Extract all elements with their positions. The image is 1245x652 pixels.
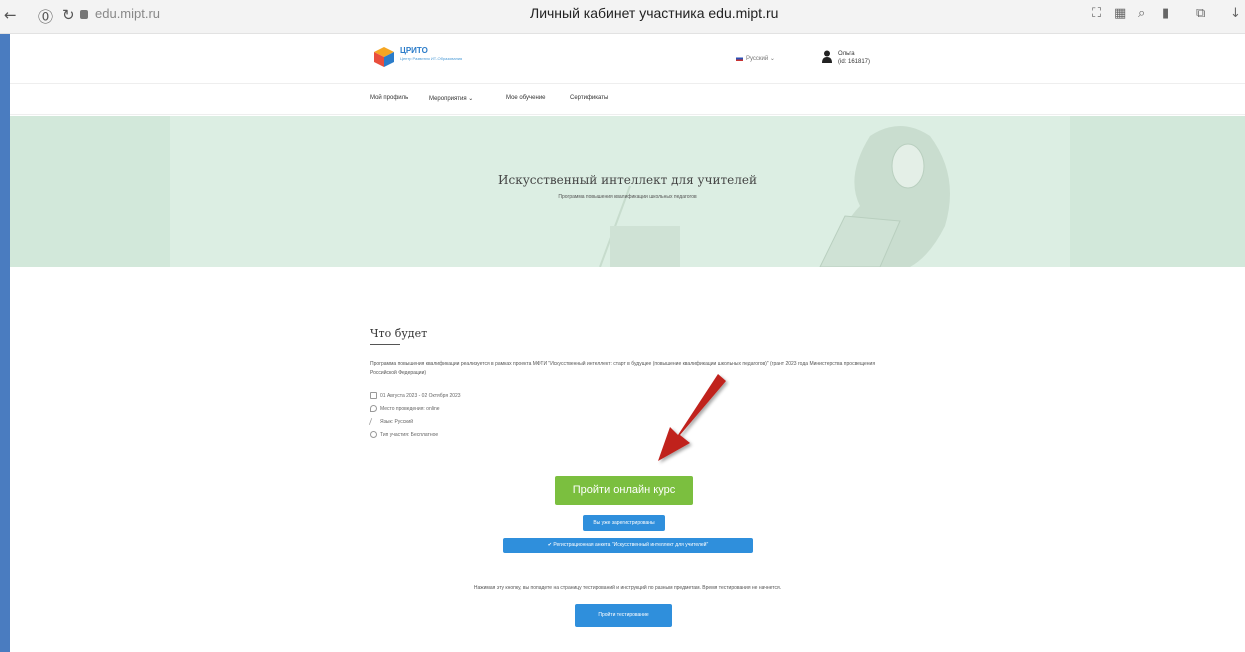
banner-subtitle: Программа повышения квалификации школьны… — [558, 194, 697, 200]
translate-icon[interactable]: ⌕ — [1138, 6, 1145, 21]
registered-button[interactable]: Вы уже зарегистрированы — [583, 515, 665, 531]
lock-icon — [80, 10, 88, 19]
logo-text: ЦРИТО — [400, 46, 428, 55]
user-name: Ольга — [838, 51, 855, 57]
menu-item-events[interactable]: Мероприятия ⌄ — [429, 95, 473, 102]
web-page: ЦРИТО Центр Развития ИТ-Образования Русс… — [10, 34, 1245, 652]
start-testing-button[interactable]: Пройти тестирование — [575, 604, 672, 627]
section-title: Что будет — [370, 327, 428, 340]
course-description: Программа повышения квалификации реализу… — [370, 361, 876, 376]
course-banner: Искусственный интеллект для учителей Про… — [10, 116, 1245, 267]
info-dates: 01 Августа 2023 - 02 Октября 2023 — [370, 392, 461, 399]
menu-item-events-label: Мероприятия — [429, 96, 467, 102]
logo-subtext: Центр Развития ИТ-Образования — [400, 56, 463, 61]
testing-note: Нажимая эту кнопку, вы попадете на стран… — [473, 585, 782, 591]
back-icon[interactable]: ← — [4, 6, 17, 24]
cube-logo-icon[interactable] — [373, 46, 395, 68]
info-participation: Тип участия: Бесплатное — [370, 431, 438, 438]
banner-title: Искусственный интеллект для учителей — [498, 173, 757, 187]
browser-toolbar: ← ⓪ ↻ edu.mipt.ru Личный кабинет участни… — [0, 0, 1245, 34]
user-info[interactable]: Ольга (id: 161817) — [838, 50, 870, 66]
account-icon[interactable]: ⓪ — [38, 6, 53, 27]
title-underline — [370, 344, 400, 345]
user-icon[interactable] — [822, 50, 832, 63]
info-language-text: Язык: Русский — [380, 418, 414, 425]
collections-icon[interactable]: ⧉ — [1196, 6, 1205, 21]
red-arrow-icon — [658, 374, 726, 461]
download-icon[interactable]: ↓ — [1230, 6, 1241, 21]
info-language: Язык: Русский — [368, 418, 414, 425]
calendar-icon — [370, 392, 377, 399]
russia-flag-icon — [736, 55, 743, 61]
menu-item-my-learning[interactable]: Мое обучение — [506, 95, 546, 101]
pen-icon — [368, 418, 379, 425]
address-bar[interactable]: edu.mipt.ru — [95, 6, 160, 21]
site-header: ЦРИТО Центр Развития ИТ-Образования Русс… — [10, 34, 1245, 84]
page-title: Личный кабинет участника edu.mipt.ru — [530, 5, 779, 21]
reload-icon[interactable]: ↻ — [62, 6, 75, 24]
location-icon — [370, 405, 377, 412]
info-dates-text: 01 Августа 2023 - 02 Октября 2023 — [380, 392, 461, 399]
language-selector[interactable]: Русский ⌄ — [736, 55, 775, 62]
info-participation-text: Тип участия: Бесплатное — [380, 431, 439, 438]
bookmark-icon[interactable]: ▮ — [1162, 6, 1169, 21]
language-label: Русский — [746, 56, 769, 62]
info-place-text: Место проведения: online — [380, 405, 440, 412]
reader-icon[interactable]: ⛶ — [1092, 6, 1101, 21]
registration-form-button[interactable]: ✔ Регистрационная анкета "Искусственный … — [503, 538, 753, 553]
grid-icon[interactable]: ▦ — [1114, 6, 1126, 21]
settings-icon — [370, 431, 377, 438]
online-course-button[interactable]: Пройти онлайн курс — [555, 476, 693, 505]
info-place: Место проведения: online — [370, 405, 440, 412]
menu-item-certificates[interactable]: Сертификаты — [570, 95, 608, 101]
teacher-illustration — [599, 126, 950, 267]
main-menu: Мой профиль Мероприятия ⌄ Мое обучение С… — [10, 85, 1245, 115]
user-id: (id: 161817) — [838, 59, 871, 65]
menu-item-profile[interactable]: Мой профиль — [370, 95, 408, 101]
